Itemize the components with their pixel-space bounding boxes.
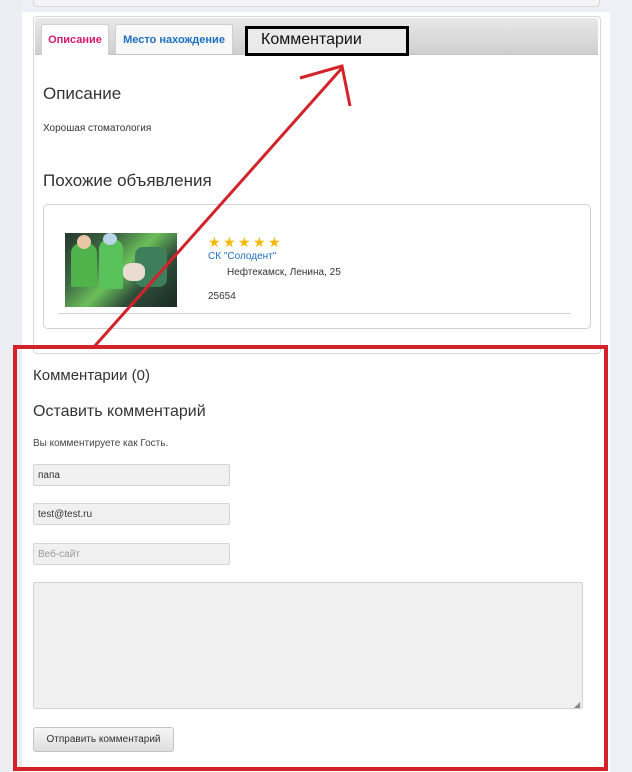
listing-price: 25654 [208,291,236,302]
guest-notice: Вы комментируете как Гость. [33,438,169,449]
leave-comment-title: Оставить комментарий [33,403,206,420]
email-input[interactable] [33,503,230,525]
listing-thumbnail[interactable] [65,233,177,307]
listing-address: Нефтекамск, Ленина, 25 [227,267,341,278]
rating-stars: ★ ★ ★ ★ ★ [208,235,282,249]
submit-comment-button[interactable]: Отправить комментарий [33,727,174,752]
star-icon: ★ [208,234,221,250]
star-icon: ★ [223,234,236,250]
star-icon: ★ [253,234,266,250]
website-input[interactable] [33,543,230,565]
company-link[interactable]: СК "Солодент" [208,251,276,262]
similar-heading: Похожие объявления [43,171,212,190]
previous-block-edge [33,0,600,7]
divider [58,313,570,314]
tab-location[interactable]: Место нахождение [115,24,233,54]
tab-description[interactable]: Описание [41,24,109,55]
description-text: Хорошая стоматология [43,123,152,134]
resize-grip-icon[interactable]: ◢ [574,700,580,709]
description-heading: Описание [43,84,122,103]
star-icon: ★ [268,234,281,250]
tab-comments-callout[interactable]: Комментарии [245,26,409,56]
comments-count-title: Комментарии (0) [33,367,150,384]
comment-textarea[interactable] [33,582,583,709]
name-input[interactable] [33,464,230,486]
star-icon: ★ [238,234,251,250]
